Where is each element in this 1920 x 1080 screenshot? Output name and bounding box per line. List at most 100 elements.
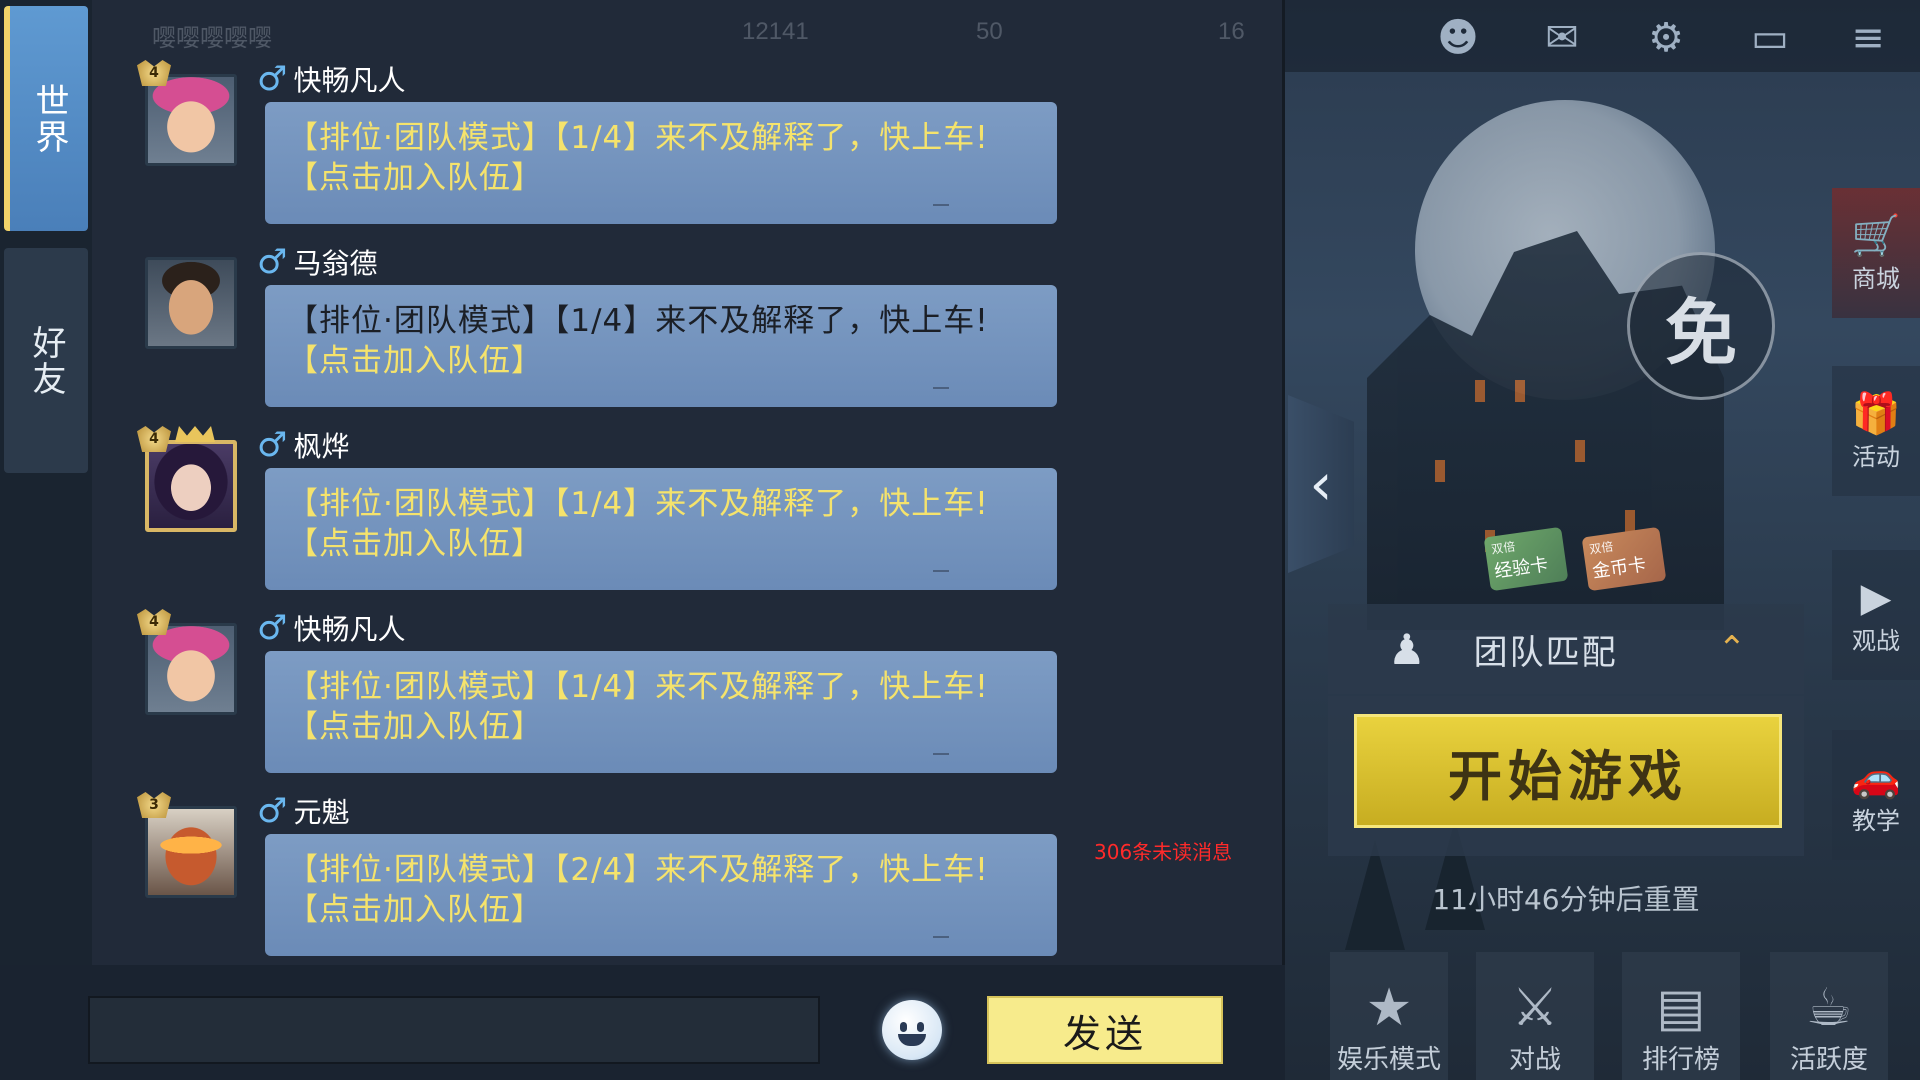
avatar-image	[149, 444, 233, 528]
nav-battle[interactable]: ⚔ 对战	[1476, 952, 1594, 1080]
male-icon: ♂	[257, 242, 288, 282]
rank-badge: 3	[137, 792, 171, 818]
reset-timer: 11小时46分钟后重置	[1432, 883, 1700, 916]
join-team-link[interactable]: 【点击加入队伍】	[287, 524, 1035, 564]
chat-panel: 嘤嘤嘤嘤嘤 12141 50 16 4 ♂ 快畅凡人 【排位·团队模式】【1/4…	[92, 0, 1285, 965]
send-button[interactable]: 发送	[987, 996, 1223, 1064]
bubble-dash	[933, 570, 949, 572]
sidemenu-label: 观战	[1852, 626, 1900, 655]
bubble-dash	[933, 387, 949, 389]
sender-name[interactable]: 元魁	[293, 791, 349, 831]
chat-message: 4 ♂ 快畅凡人 【排位·团队模式】【1/4】来不及解释了，快上车! 【点击加入…	[117, 50, 1067, 230]
nav-label: 活跃度	[1789, 1045, 1868, 1075]
sender-name[interactable]: 马翁德	[293, 242, 377, 282]
sender-name[interactable]: 快畅凡人	[293, 59, 405, 99]
chat-message: 4 ♂ 枫烨 【排位·团队模式】【1/4】来不及解释了，快上车! 【点击加入队伍…	[117, 416, 1067, 596]
card-label: 经验卡	[1493, 554, 1550, 583]
emoji-button[interactable]	[882, 1000, 942, 1060]
bubble-dash	[933, 753, 949, 755]
free-badge[interactable]: 免	[1627, 252, 1775, 400]
bubble-dash	[933, 936, 949, 938]
sidemenu-activity[interactable]: 🎁 活动	[1832, 366, 1920, 496]
male-icon: ♂	[257, 59, 288, 99]
rank-badge: 4	[137, 60, 171, 86]
tab-friends[interactable]: 好友	[4, 248, 88, 473]
message-bubble[interactable]: 【排位·团队模式】【1/4】来不及解释了，快上车! 【点击加入队伍】	[265, 468, 1057, 590]
chat-message: 4 ♂ 快畅凡人 【排位·团队模式】【1/4】来不及解释了，快上车! 【点击加入…	[117, 599, 1067, 779]
avatar[interactable]: 4	[137, 60, 237, 166]
card-tag: 双倍	[1490, 539, 1517, 557]
double-gold-card[interactable]: 双倍 金币卡	[1581, 526, 1667, 592]
avatar[interactable]: 4	[137, 426, 237, 532]
double-exp-card[interactable]: 双倍 经验卡	[1483, 526, 1569, 592]
unread-count[interactable]: 306条未读消息	[1094, 836, 1232, 865]
sidemenu-label: 教学	[1852, 806, 1900, 835]
rank-badge: 4	[137, 609, 171, 635]
join-team-link[interactable]: 【点击加入队伍】	[287, 707, 1035, 747]
male-icon: ♂	[257, 608, 288, 648]
match-mode-label: 团队匹配	[1473, 632, 1618, 673]
message-bubble[interactable]: 【排位·团队模式】【1/4】来不及解释了，快上车! 【点击加入队伍】	[265, 651, 1057, 773]
start-panel: 开始游戏	[1328, 696, 1804, 856]
nav-leaderboard[interactable]: ▤ 排行榜	[1622, 952, 1740, 1080]
faded-value: 12141	[742, 18, 809, 45]
car-icon: 🚗	[1851, 754, 1901, 801]
tab-world[interactable]: 世界	[4, 6, 88, 231]
card-tag: 双倍	[1588, 539, 1615, 557]
star-icon: ★	[1365, 978, 1413, 1038]
swords-icon: ⚔	[1511, 978, 1559, 1038]
message-bubble[interactable]: 【排位·团队模式】【2/4】来不及解释了，快上车! 【点击加入队伍】	[265, 834, 1057, 956]
join-team-link[interactable]: 【点击加入队伍】	[287, 341, 1035, 381]
bubble-dash	[933, 204, 949, 206]
sender-name[interactable]: 快畅凡人	[293, 608, 405, 648]
play-icon: ▶	[1860, 574, 1892, 621]
sidemenu-tutorial[interactable]: 🚗 教学	[1832, 730, 1920, 860]
join-team-link[interactable]: 【点击加入队伍】	[287, 890, 1035, 930]
message-text: 【排位·团队模式】【1/4】来不及解释了，快上车!	[287, 486, 989, 522]
nav-activity[interactable]: ☕ 活跃度	[1770, 952, 1888, 1080]
chevron-left-icon: ‹	[1309, 450, 1333, 518]
mail-icon[interactable]: ✉	[1532, 14, 1592, 62]
chat-tab-rail: 世界 好友	[0, 0, 92, 1080]
chevron-up-icon[interactable]: ⌃	[1718, 629, 1747, 669]
avatar-image	[148, 809, 234, 895]
nav-label: 对战	[1508, 1045, 1561, 1075]
gift-icon: 🎁	[1851, 390, 1901, 437]
avatar-image	[148, 260, 234, 346]
gear-icon[interactable]: ⚙	[1636, 14, 1696, 62]
free-label: 免	[1664, 290, 1737, 375]
cart-icon: 🛒	[1851, 212, 1901, 259]
nav-entertainment[interactable]: ★ 娱乐模式	[1330, 952, 1448, 1080]
podium-icon: ▤	[1656, 978, 1706, 1038]
signal-icon: ≡	[1851, 15, 1885, 61]
sidemenu-label: 商城	[1852, 264, 1900, 293]
avatar[interactable]	[145, 257, 237, 349]
message-text: 【排位·团队模式】【1/4】来不及解释了，快上车!	[287, 669, 989, 705]
match-mode-selector[interactable]: ♟ 团队匹配 ⌃	[1328, 604, 1804, 694]
join-team-link[interactable]: 【点击加入队伍】	[287, 158, 1035, 198]
avatar[interactable]: 3	[137, 792, 237, 898]
rank-badge: 4	[137, 426, 171, 452]
collapse-chat-button[interactable]: ‹	[1288, 395, 1354, 573]
start-game-button[interactable]: 开始游戏	[1354, 714, 1782, 828]
sidemenu-shop[interactable]: 🛒 商城	[1832, 188, 1920, 318]
sidemenu-label: 活动	[1852, 442, 1900, 471]
sender-name[interactable]: 枫烨	[293, 425, 349, 465]
friends-icon[interactable]: ☻	[1428, 14, 1488, 62]
team-icon: ♟	[1388, 624, 1426, 674]
sidemenu-spectate[interactable]: ▶ 观战	[1832, 550, 1920, 680]
message-bubble[interactable]: 【排位·团队模式】【1/4】来不及解释了，快上车! 【点击加入队伍】	[265, 285, 1057, 407]
male-icon: ♂	[257, 425, 288, 465]
chat-input[interactable]	[88, 996, 820, 1064]
faded-player-name: 嘤嘤嘤嘤嘤	[152, 25, 272, 52]
avatar-image	[148, 77, 234, 163]
chat-message: ♂ 马翁德 【排位·团队模式】【1/4】来不及解释了，快上车! 【点击加入队伍】	[117, 233, 1067, 413]
smile-icon	[898, 1034, 926, 1046]
avatar-image	[148, 626, 234, 712]
avatar[interactable]: 4	[137, 609, 237, 715]
chat-message: 3 ♂ 元魁 【排位·团队模式】【2/4】来不及解释了，快上车! 【点击加入队伍…	[117, 782, 1067, 962]
top-status-bar	[1285, 0, 1920, 72]
crown-icon	[175, 426, 215, 442]
message-bubble[interactable]: 【排位·团队模式】【1/4】来不及解释了，快上车! 【点击加入队伍】	[265, 102, 1057, 224]
message-text: 【排位·团队模式】【1/4】来不及解释了，快上车!	[287, 120, 989, 156]
